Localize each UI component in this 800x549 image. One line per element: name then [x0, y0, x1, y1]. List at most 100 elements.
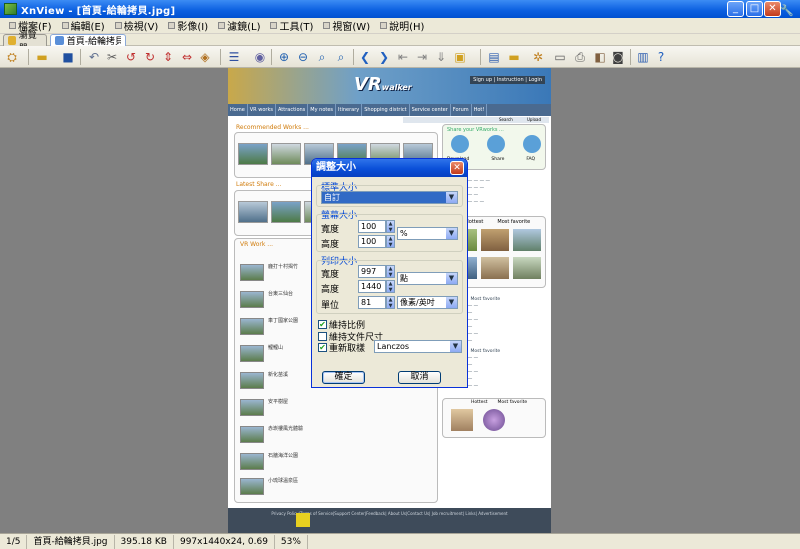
cut-icon[interactable]: ✂	[104, 49, 120, 65]
screen-width-input[interactable]: 100	[358, 220, 386, 233]
menu-view[interactable]: 檢視(V)	[110, 18, 164, 33]
screen-height-spinner[interactable]: ▲ ▼	[386, 235, 395, 248]
site-nav: Home VR works Attractions My notes Itine…	[228, 104, 551, 116]
resolution-input[interactable]: 81	[358, 296, 386, 309]
convert-icon[interactable]: ◧	[592, 49, 608, 65]
slideshow-icon[interactable]: ▣	[452, 49, 468, 65]
screen-height-input[interactable]: 100	[358, 235, 386, 248]
first-icon[interactable]: ⇤	[395, 49, 411, 65]
resize-icon[interactable]: ☰	[226, 49, 242, 65]
site-header: VRwalker Sign up | Instruction | Login	[228, 68, 551, 104]
maximize-button[interactable]: □	[746, 1, 763, 17]
thumbnail	[240, 345, 264, 362]
recommended-title: Recommended Works ...	[236, 124, 309, 131]
menu-edit[interactable]: 編輯(E)	[57, 18, 110, 33]
resample-checkbox[interactable]: ✔ 重新取樣	[318, 341, 365, 354]
print-width-spinner[interactable]: ▲ ▼	[386, 265, 395, 278]
menu-filter[interactable]: 濾鏡(L)	[213, 18, 265, 33]
print-height-input[interactable]: 1440	[358, 280, 386, 293]
resolution-spinner[interactable]: ▲ ▼	[386, 296, 395, 309]
browser-icon[interactable]: ⛭	[4, 49, 20, 65]
window-title: XnView - [首頁-給輪拷貝.jpg]	[21, 5, 176, 17]
tab-browser[interactable]: 瀏覽器	[3, 31, 47, 54]
chevron-down-icon: ▼	[450, 341, 461, 352]
close-button[interactable]: ✕	[764, 1, 781, 17]
previous-icon[interactable]: ❮	[357, 49, 373, 65]
screen-width-label: 寬度	[321, 225, 340, 235]
fullscreen-icon[interactable]: ▥	[635, 49, 651, 65]
shopping-box: Hottest Most favorite	[442, 398, 546, 438]
nav-item: Shopping district	[362, 104, 410, 116]
separator	[271, 49, 272, 65]
separator	[630, 49, 631, 65]
menu-icon	[218, 22, 226, 29]
settings-icon[interactable]: ✲	[530, 49, 546, 65]
open-folder-icon[interactable]: ▬	[34, 49, 50, 65]
dialog-close-button[interactable]: ✕	[450, 161, 464, 175]
standard-size-select[interactable]: 自訂 ▼	[321, 191, 458, 204]
checkmark-icon: ✔	[318, 343, 327, 352]
resolution-unit-select[interactable]: 像素/英吋 ▼	[397, 296, 458, 309]
faq-icon	[523, 135, 541, 153]
menu-help[interactable]: 說明(H)	[375, 18, 429, 33]
status-index: 1/5	[0, 534, 28, 549]
capture-icon[interactable]: ◙	[610, 49, 626, 65]
site-footer: Privacy Policy|Terms of Service|Support …	[228, 508, 551, 533]
minimize-button[interactable]: _	[727, 1, 744, 17]
chevron-down-icon: ▼	[446, 192, 457, 203]
cancel-button[interactable]: 取消	[398, 371, 441, 384]
menu-image[interactable]: 影像(I)	[163, 18, 213, 33]
effects-icon[interactable]: ◉	[252, 49, 268, 65]
help-icon[interactable]: ?	[653, 49, 669, 65]
thumbnail	[240, 453, 264, 470]
menu-tools[interactable]: 工具(T)	[265, 18, 318, 33]
zoom-in-icon[interactable]: ⊕	[276, 49, 292, 65]
resample-method-select[interactable]: Lanczos ▼	[374, 340, 462, 353]
tab-image[interactable]: 首頁-給輪拷貝.jpg	[50, 34, 126, 47]
download-icon	[451, 135, 469, 153]
list-item: 石牆海洋公園	[240, 453, 298, 470]
chevron-down-icon: ▼	[446, 297, 457, 308]
properties-icon[interactable]: ▤	[486, 49, 502, 65]
nav-item: Forum	[451, 104, 472, 116]
header-links: Sign up | Instruction | Login	[470, 76, 545, 84]
latest-title: Latest Share ...	[236, 181, 282, 188]
next-icon[interactable]: ❯	[376, 49, 392, 65]
print-unit-select[interactable]: 點 ▼	[397, 272, 458, 285]
zoom-fit-icon[interactable]: ⌕	[314, 49, 330, 65]
wrench-icon[interactable]: 🔧	[780, 4, 794, 17]
menu-window[interactable]: 視窗(W)	[318, 18, 375, 33]
nav-item: Hot!	[472, 104, 488, 116]
download-icon[interactable]: ⇓	[433, 49, 449, 65]
screen-width-spinner[interactable]: ▲ ▼	[386, 220, 395, 233]
print-height-spinner[interactable]: ▲ ▼	[386, 280, 395, 293]
rotate-right-icon[interactable]: ↻	[142, 49, 158, 65]
folder-icon[interactable]: ▬	[506, 49, 522, 65]
thumbnail	[240, 372, 264, 389]
print-width-input[interactable]: 997	[358, 265, 386, 278]
chevron-down-icon: ▼	[446, 273, 457, 284]
screen-unit-select[interactable]: % ▼	[397, 227, 458, 240]
menu-icon	[168, 22, 176, 29]
separator	[220, 49, 221, 65]
zoom-full-icon[interactable]: ⌕	[333, 49, 349, 65]
zoom-out-icon[interactable]: ⊖	[295, 49, 311, 65]
adjust-icon[interactable]: ◈	[197, 49, 213, 65]
tab-bar: 瀏覽器 首頁-給輪拷貝.jpg	[0, 31, 800, 54]
separator	[80, 49, 81, 65]
undo-icon[interactable]: ↶	[86, 49, 102, 65]
rotate-left-icon[interactable]: ↺	[123, 49, 139, 65]
ok-button[interactable]: 確定	[322, 371, 365, 384]
thumbnail	[240, 291, 264, 308]
footer-logo	[296, 513, 310, 527]
list-item: 小琉球溫泉區	[240, 478, 298, 495]
flip-horizontal-icon[interactable]: ⇔	[179, 49, 195, 65]
vr-work-title: VR Work ...	[240, 241, 274, 248]
save-icon[interactable]: ■	[60, 49, 76, 65]
last-icon[interactable]: ⇥	[414, 49, 430, 65]
print-icon[interactable]: ⎙	[572, 49, 588, 65]
scanner-icon[interactable]: ▭	[552, 49, 568, 65]
flip-vertical-icon[interactable]: ⇕	[160, 49, 176, 65]
site-search: Search Upload	[403, 117, 549, 123]
status-filename: 首頁-給輪拷貝.jpg	[27, 534, 115, 549]
